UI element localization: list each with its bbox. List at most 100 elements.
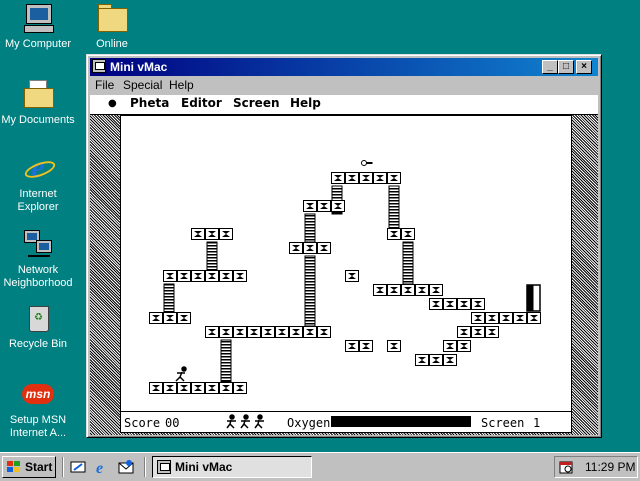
desktop-icon-setup-msn[interactable]: msn Setup MSN Internet A... xyxy=(0,378,76,440)
girder-block xyxy=(471,298,485,310)
girder-block xyxy=(387,340,401,352)
internet-explorer-icon: e xyxy=(22,152,58,184)
mac-menu-help[interactable]: Help xyxy=(290,96,321,110)
desktop-icon-my-computer[interactable]: My Computer xyxy=(0,2,76,51)
girder-block xyxy=(401,284,415,296)
girder-block xyxy=(177,270,191,282)
start-button[interactable]: Start xyxy=(2,456,56,478)
screen-label: Screen xyxy=(481,416,525,430)
close-button[interactable]: × xyxy=(576,60,592,74)
girder-block xyxy=(359,340,373,352)
menu-file[interactable]: File xyxy=(95,78,114,92)
emulator-screen[interactable]: ● Pheta Editor Screen Help Score 00 Oxyg… xyxy=(90,95,598,435)
mac-menu-pheta[interactable]: Pheta xyxy=(130,96,169,110)
ladder xyxy=(304,255,316,327)
key-icon xyxy=(361,160,367,166)
life-icon xyxy=(254,414,264,429)
girder-block xyxy=(289,326,303,338)
girder-block xyxy=(443,354,457,366)
game-window[interactable]: Score 00 Oxygen Screen 1 xyxy=(120,115,572,433)
girder-block xyxy=(205,270,219,282)
girder-block xyxy=(499,312,513,324)
msn-icon: msn xyxy=(22,378,54,410)
outlook-express-icon[interactable] xyxy=(118,459,134,475)
show-desktop-icon[interactable] xyxy=(70,459,86,475)
player-miner xyxy=(175,366,187,382)
girder-block xyxy=(373,284,387,296)
girder-block xyxy=(457,340,471,352)
window-titlebar[interactable]: Mini vMac _ □ × xyxy=(90,58,598,76)
girder-block xyxy=(471,326,485,338)
girder-block xyxy=(177,382,191,394)
taskbar: Start e Mini vMac 11:29 PM xyxy=(0,452,640,481)
girder-block xyxy=(345,172,359,184)
menu-special[interactable]: Special xyxy=(123,78,162,92)
apple-menu-icon[interactable]: ● xyxy=(108,98,117,109)
girder-block xyxy=(443,340,457,352)
mac-menu-screen[interactable]: Screen xyxy=(233,96,280,110)
minimize-button[interactable]: _ xyxy=(542,60,558,74)
app-icon[interactable] xyxy=(92,59,106,73)
my-computer-icon xyxy=(22,2,54,34)
desktop-icon-label: My Documents xyxy=(1,114,75,126)
girder-block xyxy=(401,228,415,240)
svg-text:e: e xyxy=(96,460,103,475)
taskbar-button-mini-vmac[interactable]: Mini vMac xyxy=(152,456,312,478)
desktop-icon-my-documents[interactable]: My Documents xyxy=(0,78,76,127)
girder-block xyxy=(359,172,373,184)
oxygen-meter-fill xyxy=(332,417,470,426)
desktop-icon-recycle-bin[interactable]: ♻ Recycle Bin xyxy=(0,302,76,351)
desktop-icon-label: Setup MSN Internet A... xyxy=(9,414,67,439)
girder-block xyxy=(191,228,205,240)
girder-block xyxy=(191,270,205,282)
girder-block xyxy=(289,242,303,254)
menu-help[interactable]: Help xyxy=(169,78,194,92)
recycle-bin-icon: ♻ xyxy=(22,302,54,334)
mac-desktop: Score 00 Oxygen Screen 1 xyxy=(90,115,598,435)
girder-block xyxy=(415,354,429,366)
desktop-icon-internet-explorer[interactable]: e Internet Explorer xyxy=(0,152,76,214)
girder-block xyxy=(205,228,219,240)
girder-block xyxy=(373,172,387,184)
girder-block xyxy=(317,200,331,212)
screen-number: 1 xyxy=(533,416,541,430)
girder-block xyxy=(205,382,219,394)
girder-block xyxy=(527,312,541,324)
girder-block xyxy=(219,228,233,240)
ladder xyxy=(402,241,414,285)
key-shaft xyxy=(366,162,373,164)
exit-door-half xyxy=(527,285,534,311)
girder-block xyxy=(149,382,163,394)
girder-block xyxy=(457,326,471,338)
oxygen-meter xyxy=(331,416,471,427)
mac-menu-editor[interactable]: Editor xyxy=(181,96,222,110)
desktop-icon-online[interactable]: Online xyxy=(74,2,150,51)
game-status-bar: Score 00 Oxygen Screen 1 xyxy=(121,411,571,433)
mac-menubar: ● Pheta Editor Screen Help xyxy=(90,95,598,115)
girder-block xyxy=(261,326,275,338)
girder-block xyxy=(387,228,401,240)
girder-block xyxy=(457,298,471,310)
clock[interactable]: 11:29 PM xyxy=(585,460,635,474)
desktop-icon-label: My Computer xyxy=(4,38,72,50)
girder-block xyxy=(163,382,177,394)
girder-block xyxy=(233,270,247,282)
game-playfield[interactable] xyxy=(121,116,571,410)
girder-block xyxy=(415,284,429,296)
girder-block xyxy=(317,326,331,338)
internet-explorer-icon[interactable]: e xyxy=(94,459,110,477)
girder-block xyxy=(205,326,219,338)
scheduler-icon[interactable] xyxy=(559,460,573,474)
girder-block xyxy=(303,326,317,338)
girder-block xyxy=(443,298,457,310)
window-title: Mini vMac xyxy=(110,60,168,74)
girder-block xyxy=(177,312,191,324)
maximize-button[interactable]: □ xyxy=(558,60,574,74)
mini-vmac-window: Mini vMac _ □ × File Special Help ● Phet… xyxy=(86,54,602,438)
mini-vmac-icon xyxy=(157,460,171,474)
girder-block xyxy=(163,270,177,282)
girder-block xyxy=(317,242,331,254)
desktop-icon-network-neighborhood[interactable]: Network Neighborhood xyxy=(0,228,76,290)
life-icon xyxy=(240,414,250,429)
ladder xyxy=(163,283,175,313)
